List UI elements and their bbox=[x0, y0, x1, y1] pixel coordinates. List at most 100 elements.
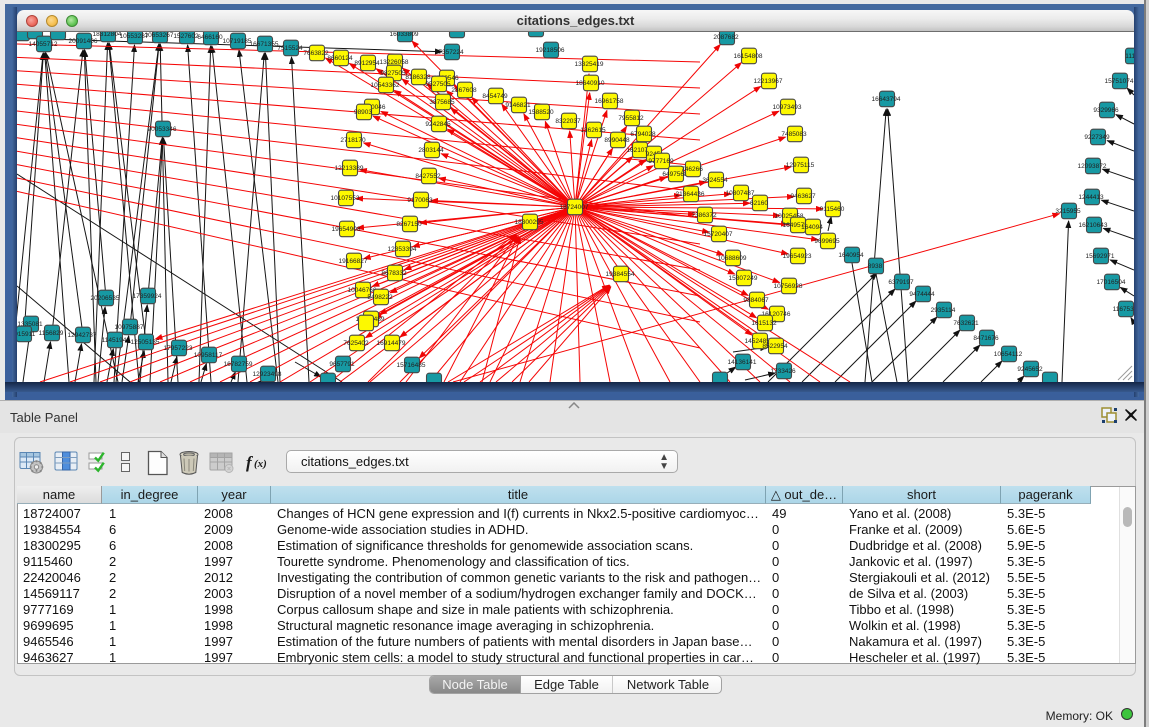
svg-text:8813054: 8813054 bbox=[522, 32, 548, 33]
svg-text:9146821: 9146821 bbox=[505, 102, 531, 109]
svg-text:6466160: 6466160 bbox=[197, 34, 223, 41]
svg-text:10654112: 10654112 bbox=[994, 351, 1023, 358]
svg-text:7663822: 7663822 bbox=[303, 50, 329, 57]
svg-text:9527505: 9527505 bbox=[425, 81, 451, 88]
svg-text:10046766: 10046766 bbox=[348, 287, 377, 294]
svg-text:10543362: 10543362 bbox=[371, 82, 400, 89]
svg-text:9115460: 9115460 bbox=[820, 206, 845, 213]
svg-text:10807487: 10807487 bbox=[726, 190, 755, 197]
svg-text:16782759: 16782759 bbox=[224, 361, 253, 368]
svg-text:164094: 164094 bbox=[801, 224, 823, 231]
svg-text:18312804: 18312804 bbox=[93, 32, 122, 38]
svg-text:19384554: 19384554 bbox=[606, 271, 635, 278]
svg-text:12093872: 12093872 bbox=[1078, 163, 1107, 170]
svg-text:3215955: 3215955 bbox=[1055, 208, 1081, 215]
svg-text:17016504: 17016504 bbox=[1097, 279, 1126, 286]
svg-text:8912954: 8912954 bbox=[354, 60, 380, 67]
svg-text:2087682: 2087682 bbox=[713, 34, 739, 41]
svg-text:3875685: 3875685 bbox=[429, 99, 455, 106]
svg-text:2935114: 2935114 bbox=[931, 307, 956, 314]
svg-text:10653267: 10653267 bbox=[145, 32, 174, 39]
svg-text:3624554: 3624554 bbox=[702, 177, 728, 184]
svg-text:1167533: 1167533 bbox=[1113, 306, 1134, 313]
svg-text:16914479: 16914479 bbox=[377, 340, 406, 347]
svg-text:8938: 8938 bbox=[868, 263, 883, 270]
svg-text:10107553: 10107553 bbox=[331, 195, 360, 202]
svg-text:16961758: 16961758 bbox=[595, 98, 624, 105]
svg-text:12505135: 12505135 bbox=[131, 339, 160, 346]
svg-text:62160: 62160 bbox=[750, 200, 768, 207]
svg-text:21364436: 21364436 bbox=[676, 191, 705, 198]
svg-text:1640954: 1640954 bbox=[838, 252, 864, 259]
svg-text:8322037: 8322037 bbox=[555, 118, 581, 125]
svg-text:7386372: 7386372 bbox=[691, 212, 717, 219]
svg-text:7955812: 7955812 bbox=[618, 115, 644, 122]
svg-text:(x): (x) bbox=[254, 458, 267, 470]
svg-text:f: f bbox=[246, 453, 254, 472]
svg-text:10756928: 10756928 bbox=[774, 283, 803, 290]
svg-text:18300295: 18300295 bbox=[515, 219, 544, 226]
svg-text:9474444: 9474444 bbox=[909, 291, 935, 298]
svg-text:746266: 746266 bbox=[681, 166, 703, 173]
svg-text:10973493: 10973493 bbox=[773, 104, 802, 111]
svg-text:9170063: 9170063 bbox=[407, 197, 433, 204]
svg-text:20206535: 20206535 bbox=[91, 295, 120, 302]
svg-text:2867608: 2867608 bbox=[451, 87, 477, 94]
svg-text:9463627: 9463627 bbox=[790, 193, 816, 200]
svg-text:12975115: 12975115 bbox=[786, 162, 815, 169]
svg-text:18724007: 18724007 bbox=[560, 204, 589, 211]
svg-text:1362615: 1362615 bbox=[580, 127, 606, 134]
svg-text:17359924: 17359924 bbox=[133, 293, 162, 300]
svg-text:15807249: 15807249 bbox=[729, 275, 758, 282]
svg-text:19166827: 19166827 bbox=[339, 258, 368, 265]
svg-text:12213389: 12213389 bbox=[335, 165, 364, 172]
svg-text:16671355: 16671355 bbox=[250, 41, 279, 48]
svg-text:1244413: 1244413 bbox=[1078, 194, 1104, 201]
svg-text:1527602: 1527602 bbox=[173, 33, 199, 40]
svg-text:8454749: 8454749 bbox=[482, 93, 508, 100]
svg-text:9699695: 9699695 bbox=[814, 238, 840, 245]
svg-text:1733426: 1733426 bbox=[770, 368, 796, 375]
svg-text:8660124: 8660124 bbox=[327, 55, 353, 62]
svg-text:1145194: 1145194 bbox=[102, 337, 127, 344]
svg-text:12213967: 12213967 bbox=[754, 78, 783, 85]
svg-text:16033809: 16033809 bbox=[390, 32, 419, 38]
svg-text:14136141: 14136141 bbox=[728, 359, 757, 366]
svg-text:13325419: 13325419 bbox=[575, 61, 604, 68]
svg-text:6379197: 6379197 bbox=[888, 279, 914, 286]
svg-text:15751074: 15751074 bbox=[1105, 78, 1134, 85]
svg-text:3915911: 3915911 bbox=[17, 331, 36, 338]
svg-text:10975887: 10975887 bbox=[115, 324, 144, 331]
svg-text:9329966: 9329966 bbox=[1093, 107, 1119, 114]
svg-text:7357224: 7357224 bbox=[438, 49, 464, 56]
svg-text:12923498: 12923498 bbox=[253, 371, 282, 378]
svg-text:1156829: 1156829 bbox=[39, 330, 64, 337]
svg-text:10958117: 10958117 bbox=[194, 352, 223, 359]
svg-text:1588520: 1588520 bbox=[528, 109, 554, 116]
svg-text:8267150: 8267150 bbox=[396, 221, 422, 228]
svg-text:20091406: 20091406 bbox=[69, 38, 98, 45]
svg-text:14055712: 14055712 bbox=[29, 41, 58, 48]
svg-text:7632621: 7632621 bbox=[953, 320, 979, 327]
svg-text:9242845: 9242845 bbox=[425, 121, 451, 128]
svg-text:9657791: 9657791 bbox=[329, 361, 355, 368]
svg-text:8186328: 8186328 bbox=[405, 74, 431, 81]
svg-text:9245652: 9245652 bbox=[1017, 366, 1043, 373]
svg-text:12942737: 12942737 bbox=[68, 332, 97, 339]
svg-text:7485083: 7485083 bbox=[781, 131, 807, 138]
svg-text:7515524: 7515524 bbox=[277, 45, 303, 52]
svg-text:2803144: 2803144 bbox=[418, 147, 444, 154]
svg-text:19654908: 19654908 bbox=[332, 226, 361, 233]
svg-text:5498222: 5498222 bbox=[367, 294, 393, 301]
svg-text:9227349: 9227349 bbox=[1084, 134, 1110, 141]
svg-text:15692971: 15692971 bbox=[1086, 253, 1115, 260]
svg-text:8471676: 8471676 bbox=[973, 335, 999, 342]
svg-text:98903: 98903 bbox=[354, 109, 372, 116]
svg-text:19654923: 19654923 bbox=[783, 253, 812, 260]
svg-text:7625402: 7625402 bbox=[343, 340, 369, 347]
svg-text:8678332: 8678332 bbox=[381, 270, 407, 277]
svg-text:10688609: 10688609 bbox=[718, 255, 747, 262]
svg-text:15720407: 15720407 bbox=[704, 231, 733, 238]
svg-text:12353394: 12353394 bbox=[388, 246, 417, 253]
svg-text:19218506: 19218506 bbox=[536, 47, 565, 54]
